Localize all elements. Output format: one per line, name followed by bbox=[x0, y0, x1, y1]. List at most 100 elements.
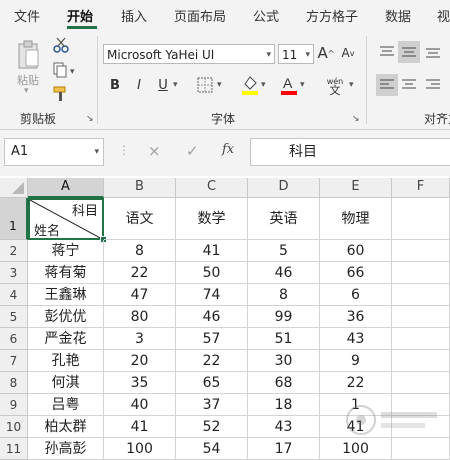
tab-file[interactable]: 文件 bbox=[14, 6, 40, 25]
cell-b5[interactable]: 80 bbox=[104, 306, 176, 328]
cell-b8[interactable]: 35 bbox=[104, 372, 176, 394]
paste-dropdown-icon[interactable]: ▾ bbox=[24, 86, 29, 96]
borders-icon[interactable] bbox=[195, 74, 215, 96]
column-header-c[interactable]: C bbox=[176, 178, 248, 198]
align-right-icon[interactable] bbox=[424, 75, 442, 95]
row-header-6[interactable]: 6 bbox=[0, 328, 28, 350]
copy-icon[interactable]: ▾ bbox=[52, 61, 80, 79]
cell-d8[interactable]: 68 bbox=[248, 372, 320, 394]
underline-button[interactable]: U bbox=[155, 74, 171, 96]
phonetic-guide-icon[interactable]: wén 文 bbox=[322, 74, 348, 98]
cell-d1[interactable]: 英语 bbox=[248, 198, 320, 240]
font-size-combo[interactable]: 11 ▾ bbox=[278, 44, 314, 64]
italic-button[interactable]: I bbox=[131, 74, 147, 96]
row-header-4[interactable]: 4 bbox=[0, 284, 28, 306]
align-middle-icon[interactable] bbox=[398, 41, 420, 63]
row-header-8[interactable]: 8 bbox=[0, 372, 28, 394]
font-launcher-icon[interactable]: ↘ bbox=[352, 114, 360, 124]
cancel-icon[interactable]: × bbox=[148, 142, 161, 160]
cell-b4[interactable]: 47 bbox=[104, 284, 176, 306]
cell-e3[interactable]: 66 bbox=[320, 262, 392, 284]
cell-e5[interactable]: 36 bbox=[320, 306, 392, 328]
cell-c3[interactable]: 50 bbox=[176, 262, 248, 284]
select-all-corner[interactable] bbox=[0, 178, 28, 198]
cell-d6[interactable]: 51 bbox=[248, 328, 320, 350]
cell-f1[interactable] bbox=[392, 198, 450, 240]
paste-icon[interactable] bbox=[14, 38, 44, 72]
cell-a3[interactable]: 蒋有菊 bbox=[28, 262, 104, 284]
cell-d10[interactable]: 43 bbox=[248, 416, 320, 438]
cell-c8[interactable]: 65 bbox=[176, 372, 248, 394]
cell-e2[interactable]: 60 bbox=[320, 240, 392, 262]
cell-a4[interactable]: 王鑫琳 bbox=[28, 284, 104, 306]
fill-color-icon[interactable] bbox=[241, 73, 259, 97]
row-header-3[interactable]: 3 bbox=[0, 262, 28, 284]
cell-e7[interactable]: 9 bbox=[320, 350, 392, 372]
borders-dropdown-icon[interactable]: ▾ bbox=[217, 80, 222, 90]
shrink-font-button[interactable]: Av bbox=[340, 42, 356, 64]
cell-a5[interactable]: 彭优优 bbox=[28, 306, 104, 328]
phonetic-dropdown-icon[interactable]: ▾ bbox=[349, 80, 354, 90]
cell-c7[interactable]: 22 bbox=[176, 350, 248, 372]
cell-e8[interactable]: 22 bbox=[320, 372, 392, 394]
column-header-f[interactable]: F bbox=[392, 178, 450, 198]
bold-button[interactable]: B bbox=[107, 74, 123, 96]
row-header-5[interactable]: 5 bbox=[0, 306, 28, 328]
grow-font-button[interactable]: A ^ bbox=[318, 42, 335, 64]
column-header-b[interactable]: B bbox=[104, 178, 176, 198]
font-color-dropdown-icon[interactable]: ▾ bbox=[300, 80, 305, 90]
align-center-icon[interactable] bbox=[400, 75, 418, 95]
cell-d7[interactable]: 30 bbox=[248, 350, 320, 372]
cell-f8[interactable] bbox=[392, 372, 450, 394]
cell-b9[interactable]: 40 bbox=[104, 394, 176, 416]
tab-view[interactable]: 视 bbox=[437, 6, 450, 25]
cell-c2[interactable]: 41 bbox=[176, 240, 248, 262]
underline-dropdown-icon[interactable]: ▾ bbox=[173, 80, 178, 90]
cell-d4[interactable]: 8 bbox=[248, 284, 320, 306]
format-painter-icon[interactable] bbox=[52, 85, 70, 103]
cell-b3[interactable]: 22 bbox=[104, 262, 176, 284]
cell-a1[interactable]: 科目 姓名 bbox=[28, 198, 104, 240]
clipboard-launcher-icon[interactable]: ↘ bbox=[86, 114, 94, 124]
align-top-icon[interactable] bbox=[378, 42, 396, 62]
enter-icon[interactable]: ✓ bbox=[186, 142, 199, 160]
cell-c5[interactable]: 46 bbox=[176, 306, 248, 328]
row-header-1[interactable]: 1 bbox=[0, 198, 28, 240]
tab-fangfang-gezi[interactable]: 方方格子 bbox=[306, 6, 358, 25]
row-header-7[interactable]: 7 bbox=[0, 350, 28, 372]
cell-a8[interactable]: 何淇 bbox=[28, 372, 104, 394]
cell-c4[interactable]: 74 bbox=[176, 284, 248, 306]
column-header-e[interactable]: E bbox=[320, 178, 392, 198]
cell-c9[interactable]: 37 bbox=[176, 394, 248, 416]
cell-b2[interactable]: 8 bbox=[104, 240, 176, 262]
tab-home[interactable]: 开始 bbox=[67, 6, 93, 25]
cell-b10[interactable]: 41 bbox=[104, 416, 176, 438]
tab-page-layout[interactable]: 页面布局 bbox=[174, 6, 226, 25]
cut-icon[interactable] bbox=[52, 36, 70, 54]
align-bottom-icon[interactable] bbox=[424, 42, 442, 62]
column-header-a[interactable]: A bbox=[28, 178, 104, 198]
cell-b1[interactable]: 语文 bbox=[104, 198, 176, 240]
fill-color-dropdown-icon[interactable]: ▾ bbox=[261, 80, 266, 90]
formula-input[interactable]: 科目 bbox=[250, 138, 450, 166]
cell-d3[interactable]: 46 bbox=[248, 262, 320, 284]
cell-c1[interactable]: 数学 bbox=[176, 198, 248, 240]
cell-b6[interactable]: 3 bbox=[104, 328, 176, 350]
cell-e4[interactable]: 6 bbox=[320, 284, 392, 306]
cell-f6[interactable] bbox=[392, 328, 450, 350]
drag-handle-icon[interactable]: ⋮ bbox=[118, 143, 130, 157]
font-name-combo[interactable]: Microsoft YaHei UI ▾ bbox=[103, 44, 275, 64]
cell-c10[interactable]: 52 bbox=[176, 416, 248, 438]
tab-data[interactable]: 数据 bbox=[385, 6, 411, 25]
row-header-2[interactable]: 2 bbox=[0, 240, 28, 262]
cell-a10[interactable]: 柏太群 bbox=[28, 416, 104, 438]
cell-f7[interactable] bbox=[392, 350, 450, 372]
cell-f3[interactable] bbox=[392, 262, 450, 284]
cell-d9[interactable]: 18 bbox=[248, 394, 320, 416]
tab-formulas[interactable]: 公式 bbox=[253, 6, 279, 25]
align-left-icon[interactable] bbox=[376, 74, 398, 96]
row-header-10[interactable]: 10 bbox=[0, 416, 28, 438]
name-box[interactable]: A1 ▾ bbox=[4, 138, 104, 166]
cell-a9[interactable]: 吕粤 bbox=[28, 394, 104, 416]
cell-a6[interactable]: 严金花 bbox=[28, 328, 104, 350]
